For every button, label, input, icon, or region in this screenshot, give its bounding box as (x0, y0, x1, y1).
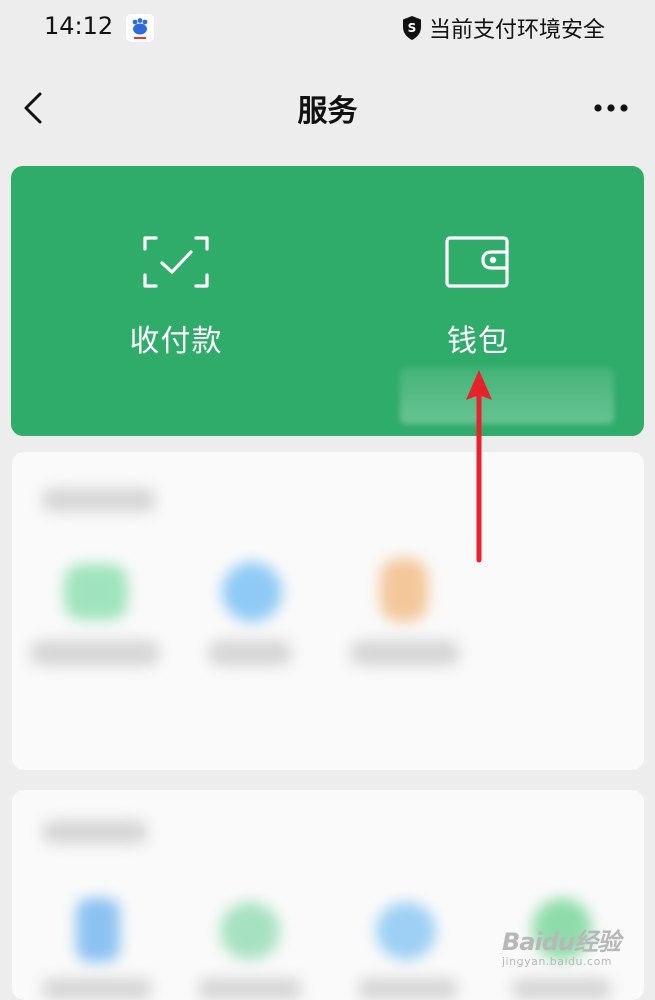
blurred-service-icon (376, 902, 436, 960)
blurred-section-title (42, 820, 148, 844)
blurred-service-label (512, 978, 612, 1000)
wallet-label: 钱包 (447, 324, 509, 359)
shield-icon: S (401, 15, 423, 41)
blurred-service-icon (64, 564, 128, 620)
watermark-main: Baidu经验 (502, 928, 621, 956)
status-time: 14:12 (44, 12, 114, 40)
security-text: 当前支付环境安全 (428, 18, 605, 43)
blurred-service-panel (12, 790, 644, 1000)
annotation-arrow (466, 370, 492, 563)
payment-security-status: S 当前支付环境安全 (401, 12, 605, 44)
watermark-sub: jingyan.baidu.com (502, 955, 613, 968)
svg-text:S: S (408, 21, 417, 35)
page-title: 服务 (297, 94, 358, 129)
receive-pay-label: 收付款 (129, 324, 223, 359)
wallet-icon (445, 236, 509, 288)
blurred-service-icon (220, 902, 280, 960)
blurred-service-icon (76, 898, 120, 962)
blurred-service-icon (222, 562, 282, 622)
blurred-service-label (42, 978, 152, 1000)
more-dots-icon (594, 104, 628, 112)
blurred-service-label (198, 978, 302, 1000)
blurred-service-icon (380, 558, 428, 622)
blurred-section-title (42, 488, 156, 512)
blurred-service-label (358, 978, 458, 1000)
scan-check-icon (143, 236, 209, 288)
more-button[interactable] (591, 96, 631, 120)
receive-pay-button[interactable]: 收付款 (106, 236, 246, 360)
baidu-app-icon (126, 14, 154, 42)
blurred-service-panel (12, 452, 644, 770)
blurred-service-label (30, 640, 160, 666)
blurred-service-label (208, 640, 292, 666)
baidu-jingyan-watermark: Baidu经验 jingyan.baidu.com (502, 922, 621, 968)
blurred-service-label (350, 640, 460, 666)
wallet-button[interactable]: 钱包 (408, 236, 548, 360)
